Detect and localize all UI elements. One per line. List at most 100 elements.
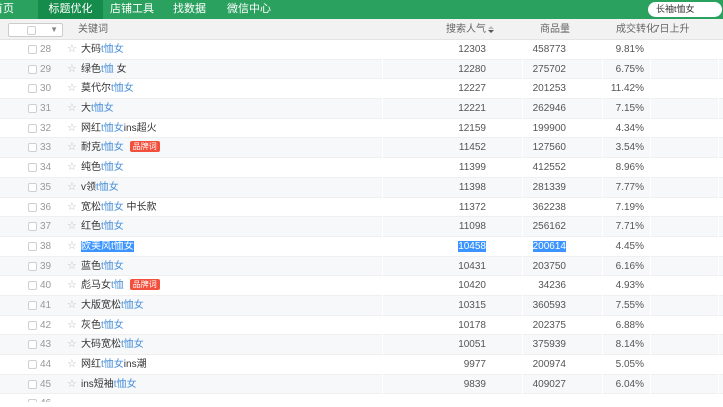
favorite-star-icon[interactable]: ☆ [67, 40, 77, 60]
keyword-link[interactable]: v领t恤女 [81, 178, 119, 198]
keyword-match: t恤女 [101, 319, 124, 331]
favorite-star-icon[interactable]: ☆ [67, 217, 77, 237]
keyword-link[interactable]: 网红t恤女ins超火 [81, 119, 157, 139]
favorite-star-icon[interactable]: ☆ [67, 198, 77, 218]
favorite-star-icon[interactable]: ☆ [67, 237, 77, 257]
conversion-value: 4.93% [615, 280, 644, 292]
keyword-link[interactable]: 大码t恤女 [81, 40, 124, 60]
keyword-prefix: v领 [81, 181, 96, 193]
row-checkbox[interactable] [28, 281, 37, 291]
row-number: 28 [40, 44, 52, 55]
keyword-link[interactable]: 红色t恤女 [81, 217, 124, 237]
row-number: 44 [40, 359, 52, 370]
table-row: 40 ☆ 彪马女t恤 品牌词 10420 34236 4.93% [0, 276, 723, 296]
keyword-match: t恤女 [101, 260, 124, 272]
column-header-conversion: 成交转化 [616, 24, 656, 35]
nav-item-title-optimization[interactable]: 标题优化 [38, 0, 103, 19]
favorite-star-icon[interactable]: ☆ [67, 296, 77, 316]
row-checkbox[interactable] [28, 241, 37, 251]
keyword-link[interactable]: 绿色t恤 女 [81, 60, 127, 80]
favorite-star-icon[interactable]: ☆ [67, 276, 77, 296]
chevron-down-icon: ▼ [50, 25, 58, 34]
keyword-suffix: ins超火 [123, 122, 157, 134]
row-checkbox[interactable] [28, 163, 37, 173]
keyword-link[interactable]: 彪马女t恤 品牌词 [81, 276, 160, 296]
row-checkbox[interactable] [28, 45, 37, 54]
favorite-star-icon[interactable]: ☆ [67, 375, 77, 395]
table-row: 43 ☆ 大码宽松t恤女 10051 375939 8.14% [0, 335, 723, 355]
row-checkbox[interactable] [28, 202, 37, 212]
row-checkbox[interactable] [28, 222, 37, 232]
conversion-value: 4.34% [615, 122, 644, 134]
row-checkbox[interactable] [28, 340, 37, 350]
keyword-prefix: 彪马女 [81, 280, 111, 292]
conversion-value: 5.05% [615, 359, 644, 370]
keyword-link[interactable]: 耐克t恤女 品牌词 [81, 138, 160, 158]
column-header-search-popularity[interactable]: 搜索人气 [446, 19, 495, 40]
favorite-star-icon[interactable]: ☆ [67, 335, 77, 355]
sort-desc-icon [488, 25, 495, 33]
keyword-tool-page: 首页 标题优化 店铺工具 找数据 微信中心 ▼ 关键词 搜索人气 商品量 成交转… [0, 0, 723, 407]
nav-item-shop-tools[interactable]: 店铺工具 [110, 0, 154, 19]
keyword-search-input[interactable] [648, 2, 722, 17]
row-number: 39 [40, 260, 52, 272]
table-row: 46 [0, 394, 723, 402]
conversion-value: 6.16% [615, 260, 644, 272]
row-number: 45 [40, 378, 52, 390]
favorite-star-icon[interactable]: ☆ [67, 257, 77, 277]
keyword-link[interactable]: 灰色t恤女 [81, 316, 124, 336]
row-checkbox[interactable] [28, 320, 37, 330]
row-checkbox[interactable] [28, 64, 37, 74]
keyword-match: t恤女 [121, 299, 144, 311]
keyword-link[interactable]: 欧美风t恤女 [81, 237, 134, 257]
top-navbar: 首页 标题优化 店铺工具 找数据 微信中心 [0, 0, 723, 19]
nav-item-wechat-center[interactable]: 微信中心 [227, 0, 271, 19]
row-checkbox[interactable] [28, 104, 37, 114]
row-checkbox[interactable] [28, 182, 37, 192]
favorite-star-icon[interactable]: ☆ [67, 79, 77, 99]
keyword-link[interactable]: 大t恤女 [81, 99, 114, 119]
conversion-value: 4.45% [615, 240, 644, 252]
row-checkbox[interactable] [28, 399, 37, 402]
row-checkbox[interactable] [28, 261, 37, 271]
row-checkbox[interactable] [28, 300, 37, 310]
favorite-star-icon[interactable]: ☆ [67, 355, 77, 375]
select-all-checkbox[interactable] [27, 26, 36, 35]
keyword-link[interactable]: 纯色t恤女 [81, 158, 124, 178]
keyword-match: t恤 [101, 63, 114, 75]
keyword-link[interactable]: ins短袖t恤女 [81, 375, 137, 395]
keyword-prefix: 灰色 [81, 319, 101, 331]
nav-item-home[interactable]: 首页 [0, 0, 14, 19]
favorite-star-icon[interactable]: ☆ [67, 178, 77, 198]
row-checkbox[interactable] [28, 143, 37, 153]
table-row: 44 ☆ 网红t恤女ins潮 9977 200974 5.05% [0, 355, 723, 375]
row-checkbox[interactable] [28, 360, 37, 369]
row-checkbox[interactable] [28, 379, 37, 389]
favorite-star-icon[interactable]: ☆ [67, 316, 77, 336]
keyword-link[interactable]: 大版宽松t恤女 [81, 296, 144, 316]
favorite-star-icon[interactable]: ☆ [67, 119, 77, 139]
conversion-value: 6.75% [615, 63, 644, 75]
favorite-star-icon[interactable]: ☆ [67, 99, 77, 119]
keyword-link[interactable]: 莫代尔t恤女 [81, 79, 134, 99]
table-row: 35 ☆ v领t恤女 11398 281339 7.77% [0, 177, 723, 198]
select-all-dropdown[interactable]: ▼ [8, 23, 63, 37]
row-number: 37 [40, 221, 52, 233]
keyword-match: t恤 [111, 280, 124, 292]
row-checkbox[interactable] [28, 123, 37, 133]
conversion-value: 6.04% [615, 378, 644, 390]
keyword-link[interactable]: 大码宽松t恤女 [81, 335, 144, 355]
row-checkbox[interactable] [28, 84, 37, 94]
keyword-link[interactable]: 网红t恤女ins潮 [81, 355, 147, 375]
favorite-star-icon[interactable]: ☆ [67, 60, 77, 80]
favorite-star-icon[interactable]: ☆ [67, 158, 77, 178]
brand-word-badge: 品牌词 [129, 141, 160, 153]
keyword-link[interactable]: 宽松t恤女 中长款 [81, 198, 157, 218]
table-row: 32 ☆ 网红t恤女ins超火 12159 199900 4.34% [0, 118, 723, 139]
keyword-prefix: 大版宽松 [81, 299, 121, 311]
table-row: 41 ☆ 大版宽松t恤女 10315 360593 7.55% [0, 295, 723, 316]
nav-item-find-data[interactable]: 找数据 [173, 0, 206, 19]
table-row: 31 ☆ 大t恤女 12221 262946 7.15% [0, 99, 723, 119]
keyword-link[interactable]: 蓝色t恤女 [81, 257, 124, 277]
favorite-star-icon[interactable]: ☆ [67, 138, 77, 158]
